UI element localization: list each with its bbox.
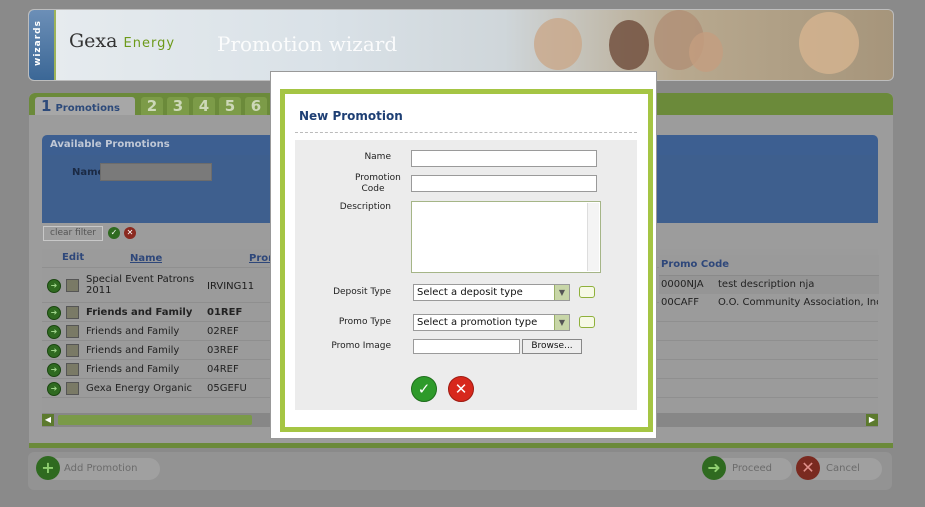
divider — [295, 132, 637, 133]
tab-step-5[interactable]: 5 — [219, 97, 241, 115]
tab-step-3[interactable]: 3 — [167, 97, 189, 115]
filter-name-input[interactable] — [100, 163, 212, 181]
cancel-button[interactable]: ✕ Cancel — [796, 456, 882, 480]
select-arrow-icon[interactable]: ➜ — [47, 306, 61, 320]
cancel-label: Cancel — [826, 463, 860, 474]
add-promotion-label: Add Promotion — [64, 463, 138, 474]
wizards-side-tab[interactable]: wizards — [29, 10, 56, 80]
promo-type-select[interactable]: Select a promotion type ▼ — [413, 314, 570, 331]
tab-step-6[interactable]: 6 — [245, 97, 267, 115]
header-photo-person — [689, 32, 723, 72]
edit-icon[interactable] — [66, 363, 79, 376]
tab-step-4[interactable]: 4 — [193, 97, 215, 115]
scroll-right-icon[interactable]: ▶ — [866, 414, 878, 426]
promo-code: 00CAFF — [661, 297, 700, 308]
promo-code: 03REF — [207, 345, 239, 356]
chevron-down-icon: ▼ — [554, 285, 569, 300]
promo-name: Friends and Family — [86, 307, 193, 318]
select-arrow-icon[interactable]: ➜ — [47, 279, 61, 293]
promo-code: 01REF — [207, 307, 243, 318]
promo-name: Friends and Family — [86, 345, 180, 356]
edit-icon[interactable] — [66, 279, 79, 292]
select-arrow-icon[interactable]: ➜ — [47, 344, 61, 358]
description-label: Description — [339, 202, 391, 212]
promo-code: 02REF — [207, 326, 239, 337]
promo-image-file-input[interactable] — [413, 339, 520, 354]
dialog-form: Name Promotion Code Description Deposit … — [295, 140, 637, 410]
col-promo-code[interactable]: Promo Code — [661, 259, 729, 270]
col-name[interactable]: Name — [130, 253, 162, 264]
deposit-type-label: Deposit Type — [333, 287, 391, 297]
proceed-arrow-icon: ➜ — [702, 456, 726, 480]
promo-name: Gexa Energy Organic — [86, 383, 193, 394]
table-row[interactable]: 0000NJA test description nja — [659, 276, 879, 294]
scroll-thumb[interactable] — [58, 415, 252, 425]
table-header-row: Promo Code — [659, 255, 879, 276]
textarea-scrollbar[interactable] — [587, 203, 599, 271]
header-photo-person — [799, 12, 859, 74]
col-edit: Edit — [62, 252, 85, 263]
promotion-code-label-text: Promotion Code — [355, 173, 401, 194]
wizards-label: wizards — [32, 20, 43, 66]
promo-code: 0000NJA — [661, 279, 704, 290]
promotions-table-right: Promo Code 0000NJA test description nja … — [659, 255, 879, 312]
cancel-x-icon[interactable]: ✕ — [448, 376, 474, 402]
chevron-down-icon: ▼ — [554, 315, 569, 330]
edit-icon[interactable] — [66, 325, 79, 338]
proceed-button[interactable]: ➜ Proceed — [702, 456, 792, 480]
promotion-code-label: Promotion Code — [295, 173, 401, 195]
confirm-check-icon[interactable]: ✓ — [411, 376, 437, 402]
table-row[interactable]: 00CAFF O.O. Community Association, Inc. … — [659, 294, 879, 312]
tab-step-2[interactable]: 2 — [141, 97, 163, 115]
cancel-x-icon: ✕ — [796, 456, 820, 480]
page-title: Promotion wizard — [217, 32, 398, 56]
dialog-frame: New Promotion Name Promotion Code Descri… — [280, 89, 653, 432]
promo-name: Special Event Patrons 2011 — [86, 274, 195, 296]
select-arrow-icon[interactable]: ➜ — [47, 382, 61, 396]
tab-label: Promotions — [55, 103, 121, 114]
edit-icon[interactable] — [66, 344, 79, 357]
dialog-title: New Promotion — [299, 109, 403, 123]
panel-bottom-strip — [29, 443, 893, 448]
new-promotion-dialog: New Promotion Name Promotion Code Descri… — [270, 71, 657, 439]
promo-name: Friends and Family — [86, 326, 180, 337]
promotion-code-input[interactable] — [411, 175, 597, 192]
help-bubble-icon[interactable] — [579, 286, 595, 298]
promo-type-value: Select a promotion type — [417, 317, 538, 328]
name-label: Name — [364, 152, 391, 162]
edit-icon[interactable] — [66, 306, 79, 319]
promo-code: 04REF — [207, 364, 239, 375]
select-arrow-icon[interactable]: ➜ — [47, 325, 61, 339]
scroll-left-icon[interactable]: ◀ — [42, 414, 54, 426]
clear-filter-button[interactable]: clear filter — [43, 226, 103, 241]
add-promotion-button[interactable]: + Add Promotion — [36, 456, 160, 480]
wizard-footer: + Add Promotion ➜ Proceed ✕ Cancel — [28, 452, 892, 490]
promo-code: 05GEFU — [207, 383, 247, 394]
edit-icon[interactable] — [66, 382, 79, 395]
browse-button[interactable]: Browse... — [522, 339, 582, 354]
select-arrow-icon[interactable]: ➜ — [47, 363, 61, 377]
name-input[interactable] — [411, 150, 597, 167]
tab-step-number: 1 — [41, 97, 52, 115]
header-photo-person — [609, 20, 649, 70]
logo-text: Gexa — [69, 30, 118, 52]
cancel-filter-icon[interactable]: ✕ — [124, 227, 136, 239]
promo-image-label: Promo Image — [331, 341, 391, 351]
promo-description: O.O. Community Association, Inc. m — [718, 297, 878, 308]
description-textarea[interactable] — [411, 201, 601, 273]
promo-name: Friends and Family — [86, 364, 180, 375]
apply-filter-icon[interactable]: ✓ — [108, 227, 120, 239]
promo-description: test description nja — [718, 279, 815, 290]
logo-energy-text: Energy — [123, 36, 176, 51]
gexa-logo: Gexa Energy — [69, 30, 175, 52]
proceed-label: Proceed — [732, 463, 773, 474]
promo-code: IRVING11 — [207, 281, 255, 292]
help-bubble-icon[interactable] — [579, 316, 595, 328]
deposit-type-value: Select a deposit type — [417, 287, 523, 298]
promo-type-label: Promo Type — [338, 317, 391, 327]
deposit-type-select[interactable]: Select a deposit type ▼ — [413, 284, 570, 301]
tab-promotions[interactable]: 1 Promotions — [35, 97, 135, 115]
header-photo-person — [534, 18, 582, 70]
add-icon: + — [36, 456, 60, 480]
